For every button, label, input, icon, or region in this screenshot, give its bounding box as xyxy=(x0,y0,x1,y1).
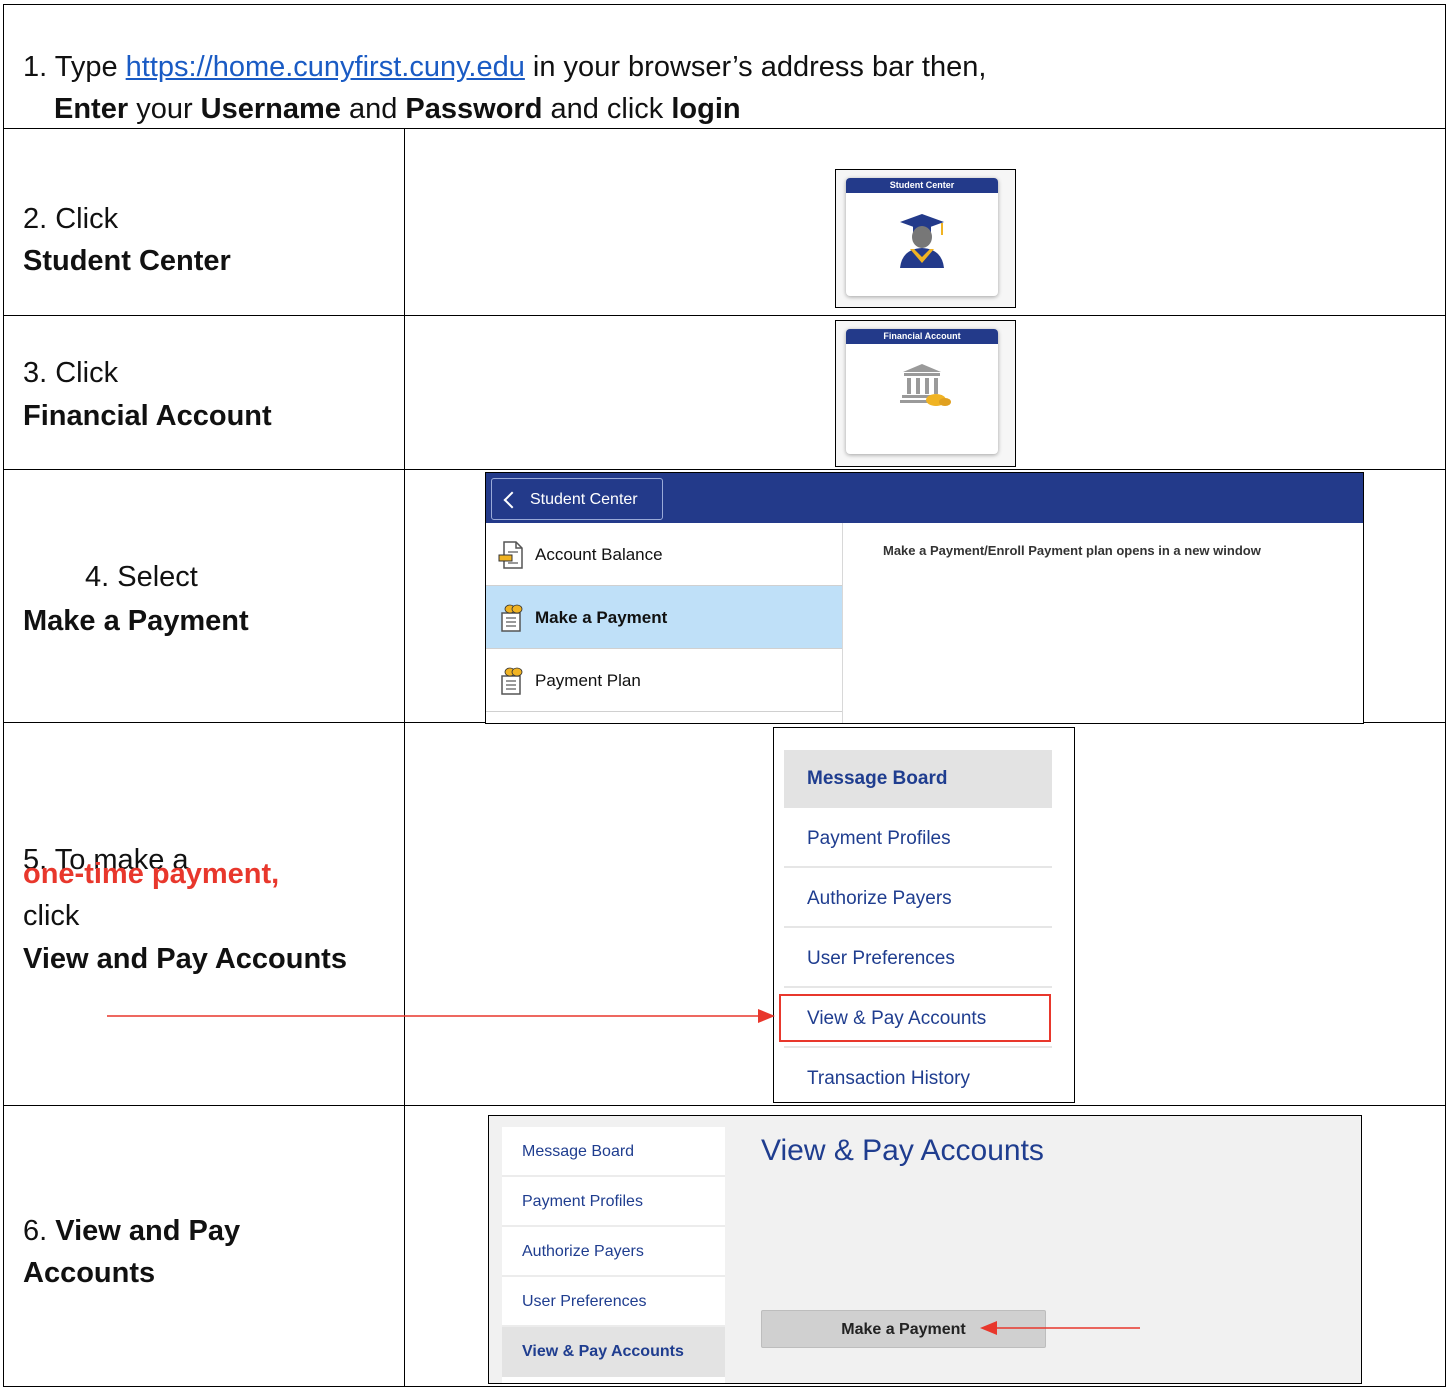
step3-action: Financial Account xyxy=(23,400,272,432)
document-icon xyxy=(498,541,523,569)
menu-item-transaction-history[interactable]: Transaction History xyxy=(784,1050,1052,1102)
menu-item-make-a-payment[interactable]: Make a Payment xyxy=(486,586,842,649)
row-divider xyxy=(4,315,1445,316)
financial-account-tile[interactable]: Financial Account xyxy=(846,329,998,454)
row-divider xyxy=(4,1105,1445,1106)
payment-window-notice: Make a Payment/Enroll Payment plan opens… xyxy=(883,543,1261,558)
menu-item-view-pay-accounts[interactable]: View & Pay Accounts xyxy=(502,1327,725,1377)
step5-line2: one-time payment, xyxy=(23,858,280,890)
view-pay-accounts-screenshot: Message Board Payment Profiles Authorize… xyxy=(488,1115,1362,1384)
student-center-tile[interactable]: Student Center xyxy=(846,178,998,296)
menu-item-payment-profiles[interactable]: Payment Profiles xyxy=(502,1177,725,1227)
make-a-payment-button[interactable]: Make a Payment xyxy=(761,1310,1046,1348)
tile-title: Student Center xyxy=(846,178,998,193)
chevron-left-icon xyxy=(503,491,521,509)
step5-line3: click xyxy=(23,900,80,932)
payment-portal-menu: Message Board Payment Profiles Authorize… xyxy=(502,1127,725,1383)
step6-line1: 6. View and Pay xyxy=(23,1215,241,1247)
one-time-payment-highlight: one-time payment xyxy=(23,858,272,890)
graduate-icon xyxy=(900,214,944,268)
step4-action: Make a Payment xyxy=(23,605,249,637)
menu-item-authorize-payers[interactable]: Authorize Payers xyxy=(502,1227,725,1277)
step1-line1: 1. Type https://home.cunyfirst.cuny.edu … xyxy=(23,51,987,83)
step2-label: 2. Click xyxy=(23,203,119,235)
menu-item-message-board[interactable]: Message Board xyxy=(784,750,1052,808)
view-pay-accounts-highlight-box xyxy=(779,994,1051,1042)
menu-item-authorize-payers[interactable]: Authorize Payers xyxy=(784,870,1052,928)
navigation-header: Student Center xyxy=(486,473,1363,523)
step2-action: Student Center xyxy=(23,245,231,277)
menu-item-user-preferences[interactable]: User Preferences xyxy=(784,930,1052,988)
menu-item-account-balance[interactable]: Account Balance xyxy=(486,523,842,586)
page-title: View & Pay Accounts xyxy=(761,1134,1044,1167)
cunyfirst-url-link[interactable]: https://home.cunyfirst.cuny.edu xyxy=(126,51,525,83)
step6-line2: Accounts xyxy=(23,1257,156,1289)
menu-item-payment-profiles[interactable]: Payment Profiles xyxy=(784,810,1052,868)
menu-item-message-board[interactable]: Message Board xyxy=(502,1127,725,1177)
step5-action: View and Pay Accounts xyxy=(23,943,347,975)
payment-portal-menu-screenshot: Message Board Payment Profiles Authorize… xyxy=(773,727,1075,1103)
financial-account-tile-screenshot: Financial Account xyxy=(835,320,1016,467)
menu-item-payment-plan[interactable]: Payment Plan xyxy=(486,649,842,712)
column-divider xyxy=(404,128,405,1386)
row-divider xyxy=(4,469,1445,470)
step1-line2: Enter your Username and Password and cli… xyxy=(54,93,741,125)
tile-title: Financial Account xyxy=(846,329,998,344)
step3-label: 3. Click xyxy=(23,357,119,389)
step4-label: 4. Select xyxy=(85,561,198,593)
financial-account-screenshot: Student Center Account Balance Make a Pa… xyxy=(485,472,1364,724)
payment-plan-icon xyxy=(501,667,523,695)
menu-item-user-preferences[interactable]: User Preferences xyxy=(502,1277,725,1327)
back-button[interactable]: Student Center xyxy=(491,478,663,520)
payment-icon xyxy=(501,604,523,632)
student-center-tile-screenshot: Student Center xyxy=(835,169,1016,308)
bank-icon xyxy=(900,364,951,406)
financial-account-menu: Account Balance Make a Payment Payment P… xyxy=(486,523,843,723)
